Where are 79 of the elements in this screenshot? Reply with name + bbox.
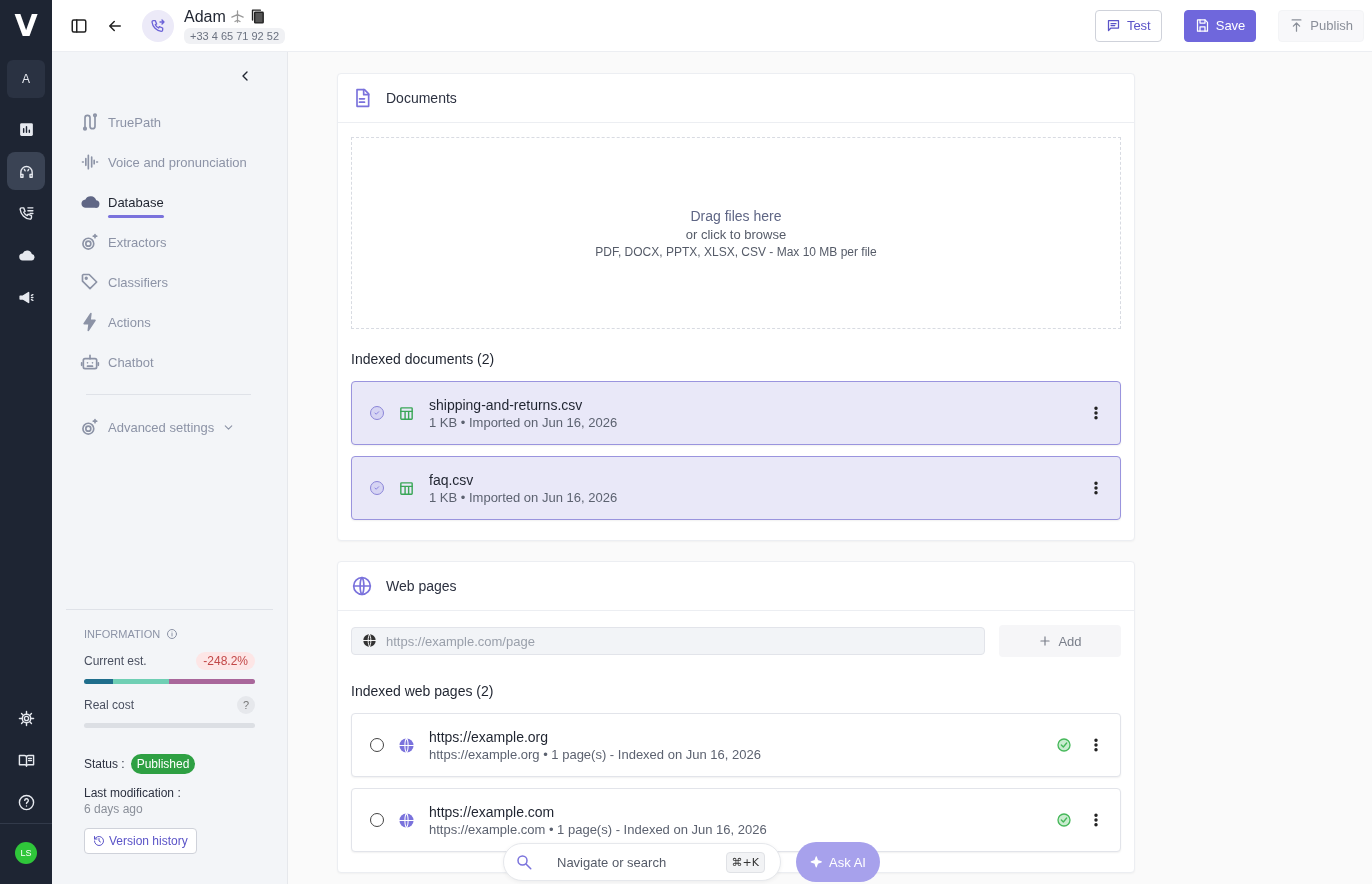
rail-button[interactable] (7, 152, 45, 190)
globe-icon (398, 811, 415, 829)
metric-label: Real cost (84, 698, 135, 712)
page-details: https://example.com • 1 page(s) - Indexed on Jun 16, 2026 (429, 821, 768, 837)
user-avatar[interactable]: LS (15, 842, 37, 864)
message-icon (1105, 18, 1121, 33)
add-button[interactable]: Add (999, 625, 1121, 657)
ask-ai-button[interactable]: Ask AI (796, 842, 880, 882)
waveform-icon (80, 152, 100, 172)
list-title: Indexed documents (2) (351, 351, 496, 367)
settings-icon (17, 709, 35, 727)
drop-file-types: PDF, DOCX, PPTX, XLSX, CSV - Max 10 MB per file (595, 244, 877, 259)
sidebar-item[interactable]: TruePath (66, 102, 273, 142)
search-icon (515, 853, 533, 871)
page-details: https://example.org • 1 page(s) - Indexed on Jun 16, 2026 (429, 746, 762, 762)
spreadsheet-icon (398, 479, 415, 497)
card-title: Web pages (386, 578, 457, 594)
globe-icon (362, 633, 377, 648)
agent-name: Adam (184, 7, 226, 26)
test-button[interactable]: Test (1094, 9, 1162, 42)
history-icon (93, 835, 105, 847)
document-row[interactable]: shipping-and-returns.csv 1 KB • Imported on Jun 16, 2026 (351, 381, 1121, 445)
phone-list-icon (17, 204, 35, 222)
phone-forward-icon (150, 17, 166, 34)
file-details: 1 KB • Imported on Jun 16, 2026 (429, 414, 619, 430)
version-history-button[interactable]: Version history (84, 828, 197, 854)
save-icon (1194, 18, 1210, 33)
web-page-row[interactable]: https://example.com https://example.com • 1 page(s) - Indexed on Jun 16, 2026 (351, 788, 1121, 852)
advanced-settings-item[interactable]: Advanced settings (66, 407, 273, 447)
bar-chart-icon (17, 120, 35, 138)
status-badge: Published (130, 754, 196, 774)
sidebar-item[interactable]: Actions (66, 302, 273, 342)
globe-icon (398, 736, 415, 754)
file-name: shipping-and-returns.csv (429, 396, 584, 413)
spreadsheet-icon (398, 404, 415, 422)
workspace-button[interactable]: A (7, 60, 45, 98)
help-badge[interactable]: ? (237, 696, 255, 714)
panel-icon (70, 16, 88, 35)
drop-title: Drag files here (690, 207, 782, 224)
file-name: faq.csv (429, 471, 475, 488)
airplane-icon (229, 9, 245, 24)
tag-icon (80, 272, 100, 292)
list-title: Indexed web pages (2) (351, 683, 495, 699)
sidebar-item[interactable]: Chatbot (66, 342, 273, 382)
document-row[interactable]: faq.csv 1 KB • Imported on Jun 16, 2026 (351, 456, 1121, 520)
shortcut-hint: ⌘+K (725, 852, 765, 873)
robot-icon (80, 352, 100, 372)
sidebar-item[interactable]: Database (66, 182, 273, 222)
file-drop-zone[interactable]: Drag files here or click to browse PDF, DOCX, PPTX, XLSX, CSV - Max 10 MB per file (351, 137, 1121, 329)
page-url: https://example.org (429, 728, 550, 745)
check-icon (372, 408, 382, 418)
drop-hint: or click to browse (685, 226, 787, 242)
file-details: 1 KB • Imported on Jun 16, 2026 (429, 489, 619, 505)
select-radio[interactable] (370, 481, 384, 495)
metric-label: Current est. (84, 654, 147, 668)
select-radio[interactable] (370, 406, 384, 420)
section-heading: INFORMATION (84, 628, 161, 640)
app-logo[interactable]: V (14, 8, 38, 48)
check-circle-icon (1056, 812, 1072, 828)
path-icon (80, 112, 100, 132)
status-label: Status : (84, 757, 125, 771)
help-icon (17, 793, 35, 811)
modification-label: Last modification : (84, 786, 182, 800)
plus-icon (1038, 634, 1053, 648)
estimate-badge: -248.2% (196, 652, 255, 670)
globe-icon (352, 576, 372, 596)
check-circle-icon (1056, 737, 1072, 753)
sidebar-item[interactable]: Classifiers (66, 262, 273, 302)
card-title: Documents (386, 90, 457, 106)
web-page-row[interactable]: https://example.org https://example.org • 1 page(s) - Indexed on Jun 16, 2026 (351, 713, 1121, 777)
save-button[interactable]: Save (1183, 9, 1257, 42)
phone-number: +33 4 65 71 92 52 (184, 27, 285, 44)
modification-time: 6 days ago (84, 802, 144, 816)
page-url: https://example.com (429, 803, 556, 820)
url-input-field[interactable]: https://example.com/page (351, 627, 985, 655)
sidebar-item[interactable]: Voice and pronunciation (66, 142, 273, 182)
sidebar-item[interactable]: Extractors (66, 222, 273, 262)
info-icon (166, 628, 179, 640)
check-icon (372, 483, 382, 493)
